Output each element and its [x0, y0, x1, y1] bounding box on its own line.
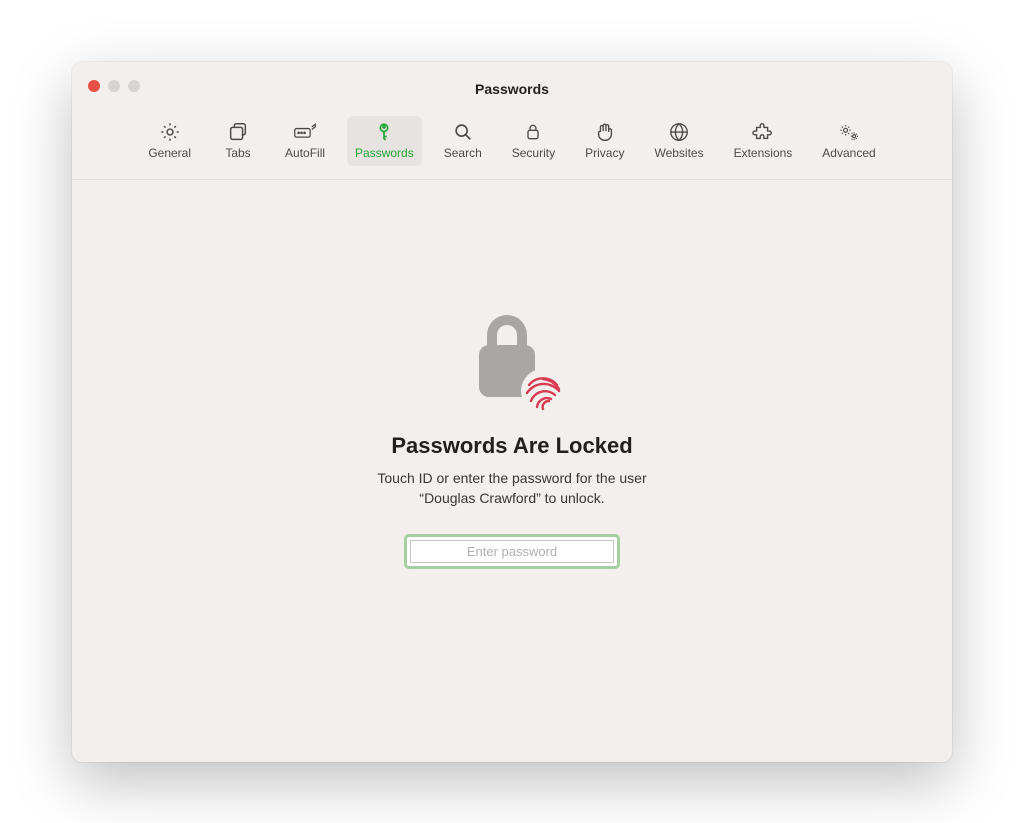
- subtext-line2: “Douglas Crawford” to unlock.: [419, 490, 604, 506]
- content-area: Passwords Are Locked Touch ID or enter t…: [72, 180, 952, 762]
- gear-icon: [158, 120, 182, 144]
- tab-advanced[interactable]: Advanced: [814, 116, 883, 166]
- preferences-window: Passwords General Tabs: [72, 62, 952, 762]
- tab-label: Tabs: [225, 146, 250, 160]
- tab-security[interactable]: Security: [504, 116, 563, 166]
- locked-subtext: Touch ID or enter the password for the u…: [377, 469, 646, 508]
- tab-label: Passwords: [355, 146, 414, 160]
- tab-general[interactable]: General: [140, 116, 199, 166]
- zoom-window-button[interactable]: [128, 80, 140, 92]
- tab-label: Advanced: [822, 146, 875, 160]
- traffic-lights: [88, 80, 140, 92]
- tab-privacy[interactable]: Privacy: [577, 116, 632, 166]
- minimize-window-button[interactable]: [108, 80, 120, 92]
- tab-label: AutoFill: [285, 146, 325, 160]
- preferences-toolbar: General Tabs AutoFill: [72, 116, 952, 180]
- tab-tabs[interactable]: Tabs: [213, 116, 263, 166]
- key-icon: [372, 120, 396, 144]
- autofill-icon: [293, 120, 317, 144]
- globe-icon: [667, 120, 691, 144]
- lock-icon: [521, 120, 545, 144]
- tab-label: Search: [444, 146, 482, 160]
- locked-heading: Passwords Are Locked: [391, 433, 632, 459]
- hand-icon: [593, 120, 617, 144]
- tab-extensions[interactable]: Extensions: [726, 116, 801, 166]
- window-title: Passwords: [475, 81, 549, 97]
- tab-websites[interactable]: Websites: [646, 116, 711, 166]
- tab-autofill[interactable]: AutoFill: [277, 116, 333, 166]
- titlebar: Passwords: [72, 62, 952, 116]
- tab-passwords[interactable]: Passwords: [347, 116, 422, 166]
- tab-label: Privacy: [585, 146, 624, 160]
- password-field-wrap: [407, 537, 617, 566]
- gears-icon: [837, 120, 861, 144]
- close-window-button[interactable]: [88, 80, 100, 92]
- subtext-line1: Touch ID or enter the password for the u…: [377, 470, 646, 486]
- puzzle-icon: [751, 120, 775, 144]
- tab-label: Security: [512, 146, 555, 160]
- tabs-icon: [226, 120, 250, 144]
- tab-label: Extensions: [734, 146, 793, 160]
- tab-search[interactable]: Search: [436, 116, 490, 166]
- magnifier-icon: [451, 120, 475, 144]
- tab-label: General: [148, 146, 191, 160]
- tab-label: Websites: [654, 146, 703, 160]
- password-input[interactable]: [410, 540, 614, 563]
- lock-illustration: [457, 295, 567, 415]
